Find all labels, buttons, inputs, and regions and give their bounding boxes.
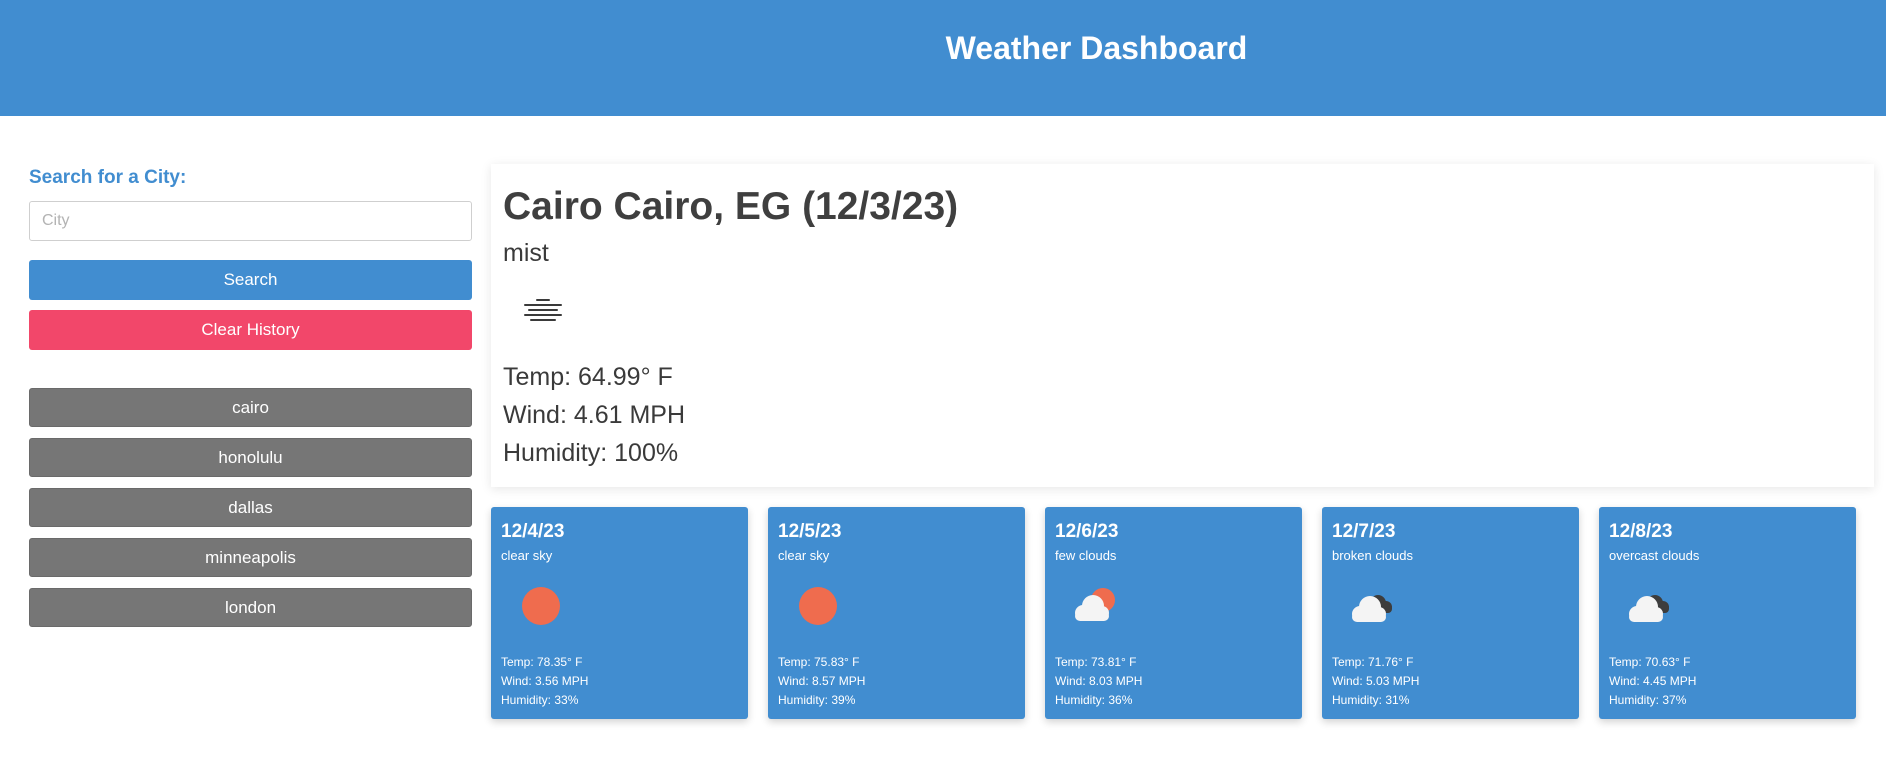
city-search-input[interactable] [29,201,472,241]
forecast-temp: Temp: 70.63° F [1609,655,1691,669]
history-item-honolulu[interactable]: honolulu [29,438,472,477]
search-label: Search for a City: [29,167,187,188]
forecast-date: 12/5/23 [778,521,842,542]
forecast-temp: Temp: 73.81° F [1055,655,1137,669]
current-weather-card: Cairo Cairo, EG (12/3/23) mist Temp: 64.… [491,164,1874,487]
forecast-description: few clouds [1055,548,1117,563]
forecast-date: 12/8/23 [1609,521,1673,542]
forecast-card: 12/7/23 broken clouds Temp: 71.76° F Win… [1322,507,1579,719]
forecast-card: 12/4/23 clear sky Temp: 78.35° F Wind: 3… [491,507,748,719]
forecast-card: 12/8/23 overcast clouds Temp: 70.63° F W… [1599,507,1856,719]
forecast-description: clear sky [501,548,553,563]
forecast-humidity: Humidity: 39% [778,693,856,707]
current-humidity: Humidity: 100% [503,439,679,467]
current-wind: Wind: 4.61 MPH [503,401,686,429]
forecast-temp: Temp: 71.76° F [1332,655,1414,669]
forecast-description: clear sky [778,548,830,563]
history-item-dallas[interactable]: dallas [29,488,472,527]
history-item-minneapolis[interactable]: minneapolis [29,538,472,577]
few-clouds-icon [1055,566,1135,646]
mist-icon [503,270,583,350]
sun-icon [501,566,581,646]
forecast-date: 12/6/23 [1055,521,1119,542]
forecast-wind: Wind: 3.56 MPH [501,674,589,688]
forecast-wind: Wind: 5.03 MPH [1332,674,1420,688]
forecast-date: 12/4/23 [501,521,565,542]
forecast-description: overcast clouds [1609,548,1700,563]
search-history-list: cairo honolulu dallas minneapolis london [29,388,472,627]
forecast-date: 12/7/23 [1332,521,1396,542]
forecast-humidity: Humidity: 31% [1332,693,1410,707]
forecast-wind: Wind: 4.45 MPH [1609,674,1697,688]
forecast-card: 12/5/23 clear sky Temp: 75.83° F Wind: 8… [768,507,1025,719]
history-item-london[interactable]: london [29,588,472,627]
overcast-clouds-icon [1609,566,1689,646]
page-header: Weather Dashboard [0,0,1886,116]
current-temp: Temp: 64.99° F [503,363,673,391]
forecast-humidity: Humidity: 33% [501,693,579,707]
forecast-card: 12/6/23 few clouds Temp: 73.81° F Wind: … [1045,507,1302,719]
forecast-wind: Wind: 8.57 MPH [778,674,866,688]
search-button[interactable]: Search [29,260,472,300]
clear-history-button[interactable]: Clear History [29,310,472,350]
forecast-wind: Wind: 8.03 MPH [1055,674,1143,688]
forecast-temp: Temp: 78.35° F [501,655,583,669]
forecast-humidity: Humidity: 36% [1055,693,1133,707]
forecast-humidity: Humidity: 37% [1609,693,1687,707]
forecast-temp: Temp: 75.83° F [778,655,860,669]
forecast-description: broken clouds [1332,548,1413,563]
page-title: Weather Dashboard [945,30,1248,66]
broken-clouds-icon [1332,566,1412,646]
current-description: mist [503,239,549,267]
history-item-cairo[interactable]: cairo [29,388,472,427]
sun-icon [778,566,858,646]
sidebar: Search for a City: Search Clear History … [29,165,472,638]
forecast-row: 12/4/23 clear sky Temp: 78.35° F Wind: 3… [491,507,1857,719]
current-city-title: Cairo Cairo, EG (12/3/23) [503,185,959,228]
